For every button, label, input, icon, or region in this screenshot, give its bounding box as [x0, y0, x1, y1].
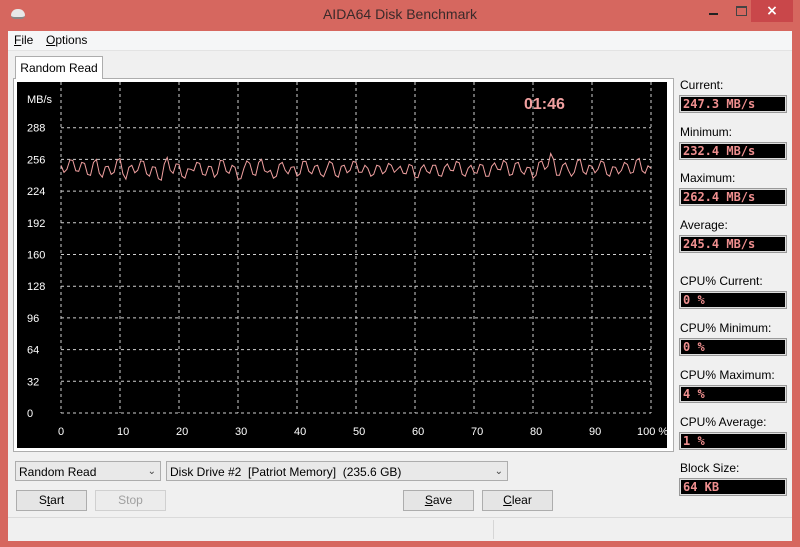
y-tick-label: 224	[27, 186, 45, 198]
x-tick-label: 0	[58, 426, 64, 438]
x-tick-label: 50	[353, 426, 365, 438]
status-bar	[8, 517, 792, 541]
cpu-minimum-value: 0 %	[679, 338, 787, 356]
x-tick-label: 100 %	[637, 426, 667, 438]
menu-file[interactable]: File	[14, 33, 33, 47]
chart-svg: 288 256 224 192 160 128 96 64 32 0 0 10 20 30 40 50 60 7…	[27, 82, 668, 438]
cpu-average-label: CPU% Average:	[680, 415, 767, 429]
block-size-label: Block Size:	[680, 461, 740, 475]
current-label: Current:	[680, 78, 724, 92]
y-tick-label: 192	[27, 218, 45, 230]
minimum-label: Minimum:	[680, 125, 733, 139]
benchmark-chart: 288 256 224 192 160 128 96 64 32 0 0 10 20 30 40 50 60 7…	[17, 82, 668, 448]
x-tick-label: 60	[412, 426, 424, 438]
start-label-rest: art	[50, 493, 65, 507]
maximum-value: 262.4 MB/s	[679, 188, 787, 206]
menu-options[interactable]: Options	[46, 33, 87, 47]
save-label-rest: ave	[432, 493, 453, 507]
y-axis-label: MB/s	[27, 94, 53, 106]
title-bar: AIDA64 Disk Benchmark ×	[0, 0, 800, 30]
menu-bar: File Options	[8, 31, 792, 51]
clear-label-accel: C	[503, 493, 512, 507]
save-label-accel: S	[424, 493, 433, 507]
elapsed-timer: 01:46	[524, 96, 565, 113]
x-tick-label: 70	[471, 426, 483, 438]
block-size-value: 64 KB	[679, 478, 787, 496]
tab-random-read[interactable]: Random Read	[15, 56, 103, 79]
cpu-current-value: 0 %	[679, 291, 787, 309]
y-tick-label: 160	[27, 250, 45, 262]
minimum-value: 232.4 MB/s	[679, 142, 787, 160]
window-title: AIDA64 Disk Benchmark	[322, 6, 478, 22]
close-button[interactable]: ×	[751, 0, 793, 22]
clear-button[interactable]: Clear	[482, 490, 553, 511]
y-tick-label: 64	[27, 345, 39, 357]
chart-grid	[60, 82, 652, 414]
y-tick-label: 96	[27, 313, 39, 325]
y-tick-labels: 288 256 224 192 160 128 96 64 32 0	[27, 123, 45, 420]
average-value: 245.4 MB/s	[679, 235, 787, 253]
cpu-maximum-value: 4 %	[679, 385, 787, 403]
client-area: File Options Random Read 288 256 224 192 160…	[8, 31, 792, 541]
drive-value: Disk Drive #2 [Patriot Memory] (235.6 GB…	[170, 465, 402, 479]
x-tick-label: 40	[294, 426, 306, 438]
stop-button[interactable]: Stop	[95, 490, 166, 511]
start-label-pre: S	[38, 493, 47, 507]
menu-options-accel: O	[46, 33, 56, 47]
menu-options-label: ptions	[55, 33, 88, 47]
chevron-down-icon: ⌄	[147, 466, 156, 477]
y-tick-label: 288	[27, 123, 45, 135]
cpu-minimum-label: CPU% Minimum:	[680, 321, 772, 335]
x-tick-label: 20	[176, 426, 188, 438]
y-tick-label: 32	[27, 376, 39, 388]
cpu-maximum-label: CPU% Maximum:	[680, 368, 775, 382]
y-tick-label: 0	[27, 408, 33, 420]
save-button[interactable]: Save	[403, 490, 474, 511]
current-value: 247.3 MB/s	[679, 95, 787, 113]
test-type-value: Random Read	[19, 465, 97, 479]
chevron-down-icon: ⌄	[494, 466, 503, 477]
clear-label-rest: lear	[511, 493, 532, 507]
status-separator	[493, 520, 494, 539]
drive-select[interactable]: Disk Drive #2 [Patriot Memory] (235.6 GB…	[166, 461, 508, 481]
start-button[interactable]: Start	[16, 490, 87, 511]
minimize-button[interactable]	[700, 0, 726, 22]
maximum-label: Maximum:	[680, 171, 736, 185]
x-tick-label: 10	[117, 426, 129, 438]
maximize-icon	[735, 6, 747, 16]
x-tick-label: 30	[235, 426, 247, 438]
average-label: Average:	[680, 218, 728, 232]
test-type-select[interactable]: Random Read ⌄	[15, 461, 161, 481]
cpu-current-label: CPU% Current:	[680, 274, 763, 288]
menu-file-label: ile	[21, 33, 34, 47]
x-tick-label: 90	[589, 426, 601, 438]
cpu-average-value: 1 %	[679, 432, 787, 450]
y-tick-label: 256	[27, 154, 45, 166]
y-tick-label: 128	[27, 281, 45, 293]
x-tick-labels: 0 10 20 30 40 50 60 70 80 90 100 %	[58, 426, 668, 438]
minimize-icon	[708, 13, 718, 15]
close-icon: ×	[766, 3, 778, 19]
x-tick-label: 80	[530, 426, 542, 438]
